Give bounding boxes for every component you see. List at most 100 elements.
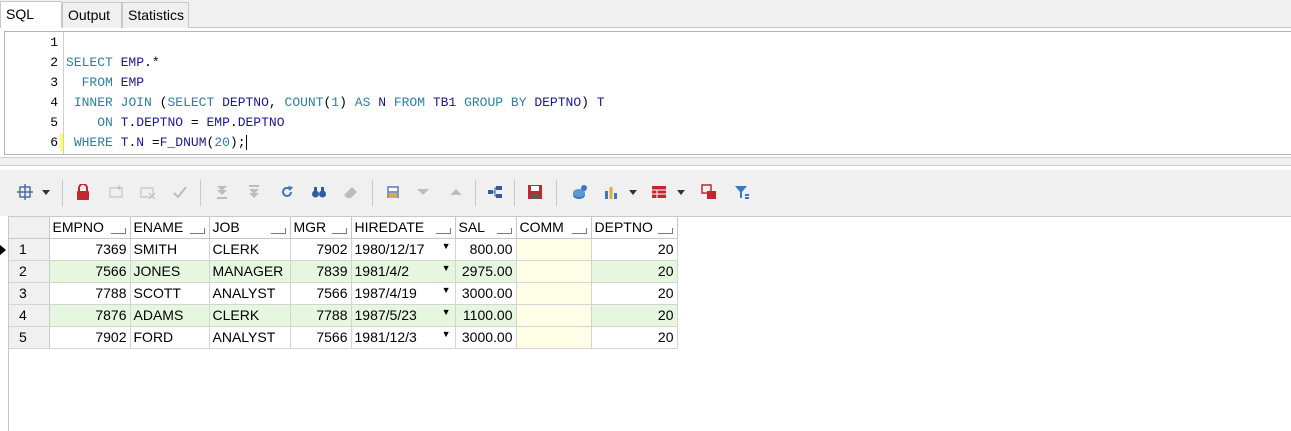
table-row[interactable]: 5 7902 FORD ANALYST 7566 1981/12/3 ▼ 3000…	[9, 326, 678, 349]
date-dropdown-icon[interactable]: ▼	[442, 241, 451, 251]
query-stats-icon[interactable]	[570, 182, 590, 202]
column-sort-indicator[interactable]	[657, 227, 673, 234]
chevron-down-icon[interactable]	[676, 182, 686, 202]
filter-icon[interactable]	[732, 182, 752, 202]
cell-comm[interactable]	[516, 304, 592, 327]
cell-hiredate[interactable]: 1981/12/3 ▼	[351, 326, 456, 349]
refresh-icon[interactable]	[277, 182, 297, 202]
cell-ename[interactable]: SCOTT	[130, 282, 210, 305]
cell-ename[interactable]: SMITH	[130, 238, 210, 261]
cell-comm[interactable]	[516, 282, 592, 305]
row-number-cell[interactable]: 4	[9, 304, 50, 327]
cell-empno[interactable]: 7369	[49, 238, 131, 261]
result-grid[interactable]: EMPNO ENAME JOB MGR HIREDATE SAL COMM DE…	[0, 216, 1291, 431]
column-sort-indicator[interactable]	[496, 227, 512, 234]
table-row[interactable]: 3 7788 SCOTT ANALYST 7566 1987/4/19 ▼ 300…	[9, 282, 678, 305]
row-number-cell[interactable]: 5	[9, 326, 50, 349]
grid-options-icon[interactable]	[15, 182, 35, 202]
cell-hiredate[interactable]: 1981/4/2 ▼	[351, 260, 456, 283]
cell-deptno[interactable]: 20	[591, 238, 678, 261]
export-tree-icon[interactable]	[485, 182, 505, 202]
sort-down-icon[interactable]	[413, 182, 433, 202]
cell-deptno[interactable]: 20	[591, 326, 678, 349]
compare-icon[interactable]	[699, 182, 719, 202]
table-row[interactable]: 2 7566 JONES MANAGER 7839 1981/4/2 ▼ 2975…	[9, 260, 678, 283]
cell-mgr[interactable]: 7839	[290, 260, 352, 283]
table-row[interactable]: 4 7876 ADAMS CLERK 7788 1987/5/23 ▼ 1100.…	[9, 304, 678, 327]
code-line-5[interactable]: ON T.DEPTNO = EMP.DEPTNO	[66, 115, 284, 130]
cell-sal[interactable]: 800.00	[455, 238, 517, 261]
cell-deptno[interactable]: 20	[591, 282, 678, 305]
first-record-icon[interactable]	[212, 182, 232, 202]
post-icon[interactable]	[170, 182, 190, 202]
cell-mgr[interactable]: 7566	[290, 326, 352, 349]
column-header-deptno[interactable]: DEPTNO	[591, 217, 678, 239]
column-header-comm[interactable]: COMM	[516, 217, 592, 239]
cell-mgr[interactable]: 7788	[290, 304, 352, 327]
cell-job[interactable]: MANAGER	[209, 260, 291, 283]
date-dropdown-icon[interactable]: ▼	[442, 285, 451, 295]
cell-sal[interactable]: 3000.00	[455, 326, 517, 349]
cell-sal[interactable]: 2975.00	[455, 260, 517, 283]
cell-empno[interactable]: 7566	[49, 260, 131, 283]
column-header-mgr[interactable]: MGR	[290, 217, 352, 239]
code-line-2[interactable]: SELECT EMP.*	[66, 55, 160, 70]
delete-record-icon[interactable]	[138, 182, 158, 202]
clear-icon[interactable]	[341, 182, 361, 202]
chevron-down-icon[interactable]	[628, 182, 638, 202]
sql-editor[interactable]: 1 2 3 4 5 6 SELECT EMP.* FROM EMP INNER …	[4, 31, 1291, 155]
cell-empno[interactable]: 7902	[49, 326, 131, 349]
chart-icon[interactable]	[601, 182, 621, 202]
lock-icon[interactable]	[73, 182, 93, 202]
row-number-cell[interactable]: 1	[0, 238, 50, 261]
cell-comm[interactable]	[516, 326, 592, 349]
cell-job[interactable]: CLERK	[209, 304, 291, 327]
new-record-icon[interactable]	[106, 182, 126, 202]
column-sort-indicator[interactable]	[331, 227, 347, 234]
column-header-ename[interactable]: ENAME	[130, 217, 210, 239]
date-dropdown-icon[interactable]: ▼	[442, 263, 451, 273]
cell-job[interactable]: ANALYST	[209, 282, 291, 305]
column-sort-indicator[interactable]	[110, 227, 126, 234]
cell-mgr[interactable]: 7566	[290, 282, 352, 305]
cell-sal[interactable]: 3000.00	[455, 282, 517, 305]
sort-up-icon[interactable]	[446, 182, 466, 202]
table-row[interactable]: 1 7369 SMITH CLERK 7902 1980/12/17 ▼ 800.…	[0, 238, 678, 261]
chevron-down-icon[interactable]	[41, 182, 51, 202]
cell-comm[interactable]	[516, 260, 592, 283]
cell-sal[interactable]: 1100.00	[455, 304, 517, 327]
cell-hiredate[interactable]: 1987/5/23 ▼	[351, 304, 456, 327]
code-line-3[interactable]: FROM EMP	[66, 75, 144, 90]
date-dropdown-icon[interactable]: ▼	[442, 329, 451, 339]
column-header-empno[interactable]: EMPNO	[49, 217, 131, 239]
pane-splitter[interactable]	[0, 157, 1291, 166]
cell-mgr[interactable]: 7902	[290, 238, 352, 261]
date-dropdown-icon[interactable]: ▼	[442, 307, 451, 317]
cell-empno[interactable]: 7876	[49, 304, 131, 327]
cell-empno[interactable]: 7788	[49, 282, 131, 305]
cell-job[interactable]: ANALYST	[209, 326, 291, 349]
tab-statistics[interactable]: Statistics	[122, 2, 189, 28]
row-indicator-header[interactable]	[9, 217, 50, 239]
save-layout-icon[interactable]	[383, 182, 403, 202]
column-header-job[interactable]: JOB	[209, 217, 291, 239]
cell-hiredate[interactable]: 1980/12/17 ▼	[351, 238, 456, 261]
tab-output[interactable]: Output	[62, 2, 122, 28]
table-view-icon[interactable]	[649, 182, 669, 202]
column-sort-indicator[interactable]	[435, 227, 451, 234]
cell-ename[interactable]: FORD	[130, 326, 210, 349]
code-line-4[interactable]: INNER JOIN (SELECT DEPTNO, COUNT(1) AS N…	[66, 95, 605, 110]
column-sort-indicator[interactable]	[571, 227, 587, 234]
cell-deptno[interactable]: 20	[591, 304, 678, 327]
row-number-cell[interactable]: 2	[9, 260, 50, 283]
cell-comm[interactable]	[516, 238, 592, 261]
cell-deptno[interactable]: 20	[591, 260, 678, 283]
save-icon[interactable]	[525, 182, 545, 202]
last-record-icon[interactable]	[244, 182, 264, 202]
cell-job[interactable]: CLERK	[209, 238, 291, 261]
cell-ename[interactable]: ADAMS	[130, 304, 210, 327]
tab-sql[interactable]: SQL	[0, 1, 62, 28]
column-header-sal[interactable]: SAL	[455, 217, 517, 239]
row-number-cell[interactable]: 3	[9, 282, 50, 305]
code-line-6[interactable]: WHERE T.N =F_DNUM(20);	[66, 135, 247, 151]
